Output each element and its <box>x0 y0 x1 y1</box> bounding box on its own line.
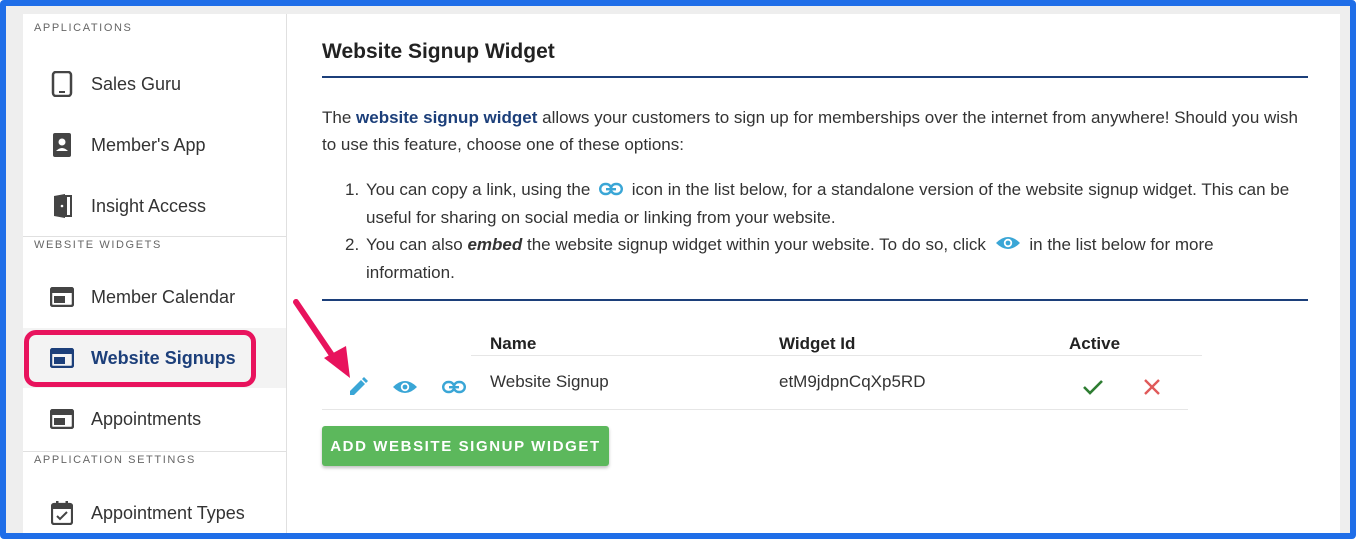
option-item: 1. You can copy a link, using the icon i… <box>345 176 1306 231</box>
eye-icon[interactable] <box>391 373 419 401</box>
calendar-check-icon <box>49 500 75 526</box>
sidebar-item-label: Appointments <box>91 408 202 429</box>
sidebar-item-label: Member's App <box>91 134 206 155</box>
sidebar-item-label: Member Calendar <box>91 286 236 307</box>
door-icon <box>49 193 75 219</box>
delete-icon[interactable] <box>1138 373 1166 401</box>
sidebar-item-label: Appointment Types <box>91 502 245 523</box>
title-divider <box>322 76 1308 78</box>
annotation-highlight-box <box>24 330 256 387</box>
phone-id-icon <box>49 132 75 158</box>
sidebar-item-label: Insight Access <box>91 195 207 216</box>
add-website-signup-widget-button[interactable]: ADD WEBSITE SIGNUP WIDGET <box>322 426 609 466</box>
section-divider <box>322 299 1308 301</box>
section-title-website-widgets: WEBSITE WIDGETS <box>34 239 162 251</box>
section-title-applications: APPLICATIONS <box>34 22 133 34</box>
column-header-name: Name <box>490 334 537 353</box>
tablet-icon <box>49 71 75 97</box>
option-number: 1. <box>345 180 360 199</box>
main-content: Website Signup Widget The website signup… <box>287 14 1340 533</box>
intro-paragraph: The website signup widget allows your cu… <box>322 104 1308 158</box>
column-header-widget-id: Widget Id <box>779 334 856 353</box>
sidebar-item-member-calendar[interactable]: Member Calendar <box>23 267 286 327</box>
sidebar-item-members-app[interactable]: Member's App <box>23 115 286 175</box>
options-list: 1. You can copy a link, using the icon i… <box>345 176 1306 286</box>
cell-widget-id: etM9jdpnCqXp5RD <box>779 372 926 391</box>
table-header-divider <box>471 355 1202 356</box>
sidebar-divider <box>23 451 286 452</box>
column-header-active: Active <box>1069 334 1121 353</box>
table-row-divider <box>322 409 1188 410</box>
option-text: the website signup widget within your we… <box>522 235 986 255</box>
link-icon[interactable] <box>440 373 468 401</box>
app-window: APPLICATIONS Sales Guru Member's App Ins… <box>6 6 1350 533</box>
annotation-arrow-icon <box>293 299 350 378</box>
option-number: 2. <box>345 235 360 255</box>
sidebar-item-sales-guru[interactable]: Sales Guru <box>23 54 286 114</box>
widget-window-icon <box>49 406 75 432</box>
active-check-icon <box>1079 373 1107 401</box>
sidebar-item-insight-access[interactable]: Insight Access <box>23 176 286 236</box>
option-text: You can copy a link, using the <box>366 180 591 199</box>
cell-name: Website Signup <box>490 372 609 391</box>
sidebar: APPLICATIONS Sales Guru Member's App Ins… <box>23 14 287 533</box>
intro-text: The <box>322 108 357 127</box>
sidebar-item-appointments[interactable]: Appointments <box>23 389 286 449</box>
link-icon <box>599 177 624 204</box>
option-text: You can also <box>366 235 468 255</box>
page-title: Website Signup Widget <box>322 40 555 63</box>
option-emphasis: embed <box>467 235 523 255</box>
sidebar-item-appointment-types[interactable]: Appointment Types <box>23 483 286 533</box>
eye-icon <box>995 232 1021 259</box>
intro-highlight: website signup widget <box>356 108 538 127</box>
widget-window-icon <box>49 284 75 310</box>
section-title-application-settings: APPLICATION SETTINGS <box>34 454 196 466</box>
sidebar-item-label: Sales Guru <box>91 73 182 94</box>
option-item: 2. You can also embed the website signup… <box>345 231 1306 286</box>
sidebar-divider <box>23 236 286 237</box>
